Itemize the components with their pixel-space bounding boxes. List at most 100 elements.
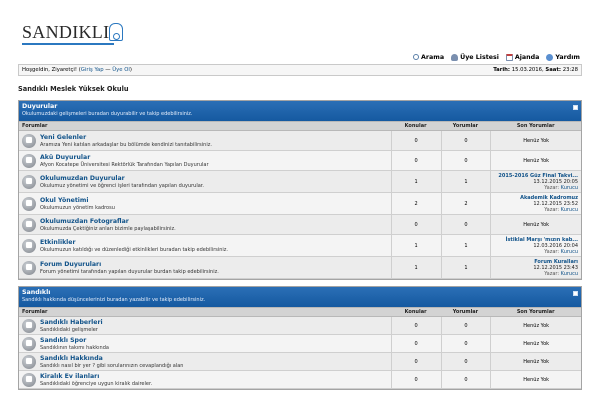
- date-value: 15.03.2016,: [511, 67, 544, 73]
- forum-status-icon: [22, 174, 36, 189]
- welcome-bar: Hoşgeldin, Ziyaretçi! (Giriş Yap — Üye O…: [18, 64, 582, 76]
- post-count: 1: [440, 171, 491, 192]
- forum-row: Okul Yönetimi Okulumuzun yönetim kadrosu …: [19, 193, 581, 215]
- forum-description: Sandıklıdaki öğrenciye uygun kiralık dai…: [40, 380, 153, 387]
- forum-row: Akü Duyurular Afyon Kocatepe Üniversitesi…: [19, 151, 581, 171]
- topic-count: 1: [390, 235, 441, 256]
- users-icon: [451, 53, 459, 61]
- forum-link[interactable]: Akü Duyurular: [40, 154, 209, 162]
- collapse-icon[interactable]: [573, 291, 578, 296]
- last-post-cell: 2015-2016 Güz Final Takvi... 13.12.2015 …: [490, 171, 581, 192]
- author-link[interactable]: Kurucu: [561, 207, 578, 213]
- last-post-cell: İstiklal Marşı 'mızın kab... 12.03.2016 …: [490, 235, 581, 256]
- calendar-icon: [505, 53, 513, 61]
- nav-member-list-label: Üye Listesi: [460, 53, 499, 61]
- topic-count: 1: [390, 171, 441, 192]
- topic-count: 0: [390, 353, 441, 370]
- topic-count: 0: [390, 131, 441, 150]
- collapse-icon[interactable]: [573, 105, 578, 110]
- last-post-none: Henüz Yok: [490, 317, 581, 334]
- topic-count: 0: [390, 151, 441, 170]
- author-link[interactable]: Kurucu: [561, 185, 578, 191]
- register-link[interactable]: Üye Ol: [112, 67, 130, 73]
- search-icon: [413, 54, 420, 60]
- author-label: Yazar:: [544, 248, 560, 255]
- forum-description: Afyon Kocatepe Üniversitesi Rektörlük Ta…: [40, 161, 209, 168]
- logo-text: SANDIKLI: [22, 22, 110, 42]
- forum-status-icon: [22, 318, 36, 333]
- forum-link[interactable]: Kiralık Ev ilanları: [40, 373, 152, 381]
- forum-row: Sandıklı Haberleri Sandıklıdaki gelişmele…: [19, 317, 581, 335]
- author-label: Yazar:: [544, 184, 560, 191]
- forum-row: Okulumuzdan Duyurular Okulumuz yönetimi v…: [19, 171, 581, 193]
- nav-calendar-label: Ajanda: [514, 53, 540, 61]
- post-count: 0: [440, 151, 491, 170]
- category-description: Sandıklı hakkında düşüncelerinizi burada…: [22, 297, 206, 303]
- topic-count: 1: [390, 257, 441, 278]
- col-last-post: Son Yorumlar: [516, 309, 555, 315]
- last-post-author: Yazar: Kurucu: [544, 185, 578, 191]
- time-label: Saat:: [545, 67, 562, 73]
- link-separator: —: [103, 67, 113, 73]
- column-headers: Forumlar Konular Yorumlar Son Yorumlar: [19, 307, 581, 317]
- forum-description: Okulumuzun yönetim kadrosu: [40, 204, 115, 211]
- topic-count: 0: [390, 371, 441, 388]
- category-sandikli: Sandıklı Sandıklı hakkında düşüncelerini…: [18, 286, 582, 390]
- post-count: 0: [440, 371, 491, 388]
- welcome-block: Hoşgeldin, Ziyaretçi! (Giriş Yap — Üye O…: [22, 67, 132, 73]
- logo-emblem-icon: [109, 23, 123, 41]
- post-count: 1: [440, 235, 491, 256]
- forum-status-icon: [22, 260, 36, 275]
- category-description: Okulumuzdaki gelişmeleri buradan duyurab…: [22, 111, 193, 117]
- forum-description: Forum yönetimi tarafından yapılan duyuru…: [40, 268, 219, 275]
- nav-search[interactable]: Arama: [413, 54, 444, 61]
- category-title[interactable]: Sandıklı: [22, 289, 578, 297]
- login-link[interactable]: Giriş Yap: [81, 67, 104, 73]
- forum-link[interactable]: Okulumuzdan Fotograflar: [40, 218, 176, 226]
- forum-status-icon: [22, 336, 36, 351]
- forum-row: Forum Duyuruları Forum yönetimi tarafında…: [19, 257, 581, 279]
- forum-row: Okulumuzdan Fotograflar Okulumuzda Çektiğ…: [19, 215, 581, 235]
- last-post-none: Henüz Yok: [490, 131, 581, 150]
- post-count: 0: [440, 131, 491, 150]
- forum-link[interactable]: Okulumuzdan Duyurular: [40, 175, 204, 183]
- forum-link[interactable]: Sandıklı Haberleri: [40, 319, 103, 327]
- paren-close: ): [129, 67, 132, 73]
- site-logo[interactable]: SANDIKLI: [22, 22, 126, 46]
- nav-member-list[interactable]: Üye Listesi: [451, 53, 499, 61]
- welcome-text: Hoşgeldin, Ziyaretçi!: [22, 67, 78, 73]
- forum-link[interactable]: Yeni Gelenler: [40, 134, 212, 142]
- forum-description: Okulumuz yönetimi ve öğrenci işleri tara…: [40, 182, 204, 189]
- last-post-none: Henüz Yok: [490, 371, 581, 388]
- forum-link[interactable]: Sandıklı Spor: [40, 337, 109, 345]
- forum-link[interactable]: Etkinlikler: [40, 239, 228, 247]
- post-count: 0: [440, 317, 491, 334]
- col-posts: Yorumlar: [452, 309, 479, 315]
- col-forum: Forumlar: [22, 309, 48, 315]
- col-last-post: Son Yorumlar: [516, 123, 555, 129]
- last-post-none: Henüz Yok: [490, 151, 581, 170]
- forum-link[interactable]: Okul Yönetimi: [40, 197, 115, 205]
- nav-help[interactable]: Yardım: [546, 53, 580, 61]
- post-count: 2: [440, 193, 491, 214]
- last-post-author: Yazar: Kurucu: [544, 271, 578, 277]
- forum-list: Yeni Gelenler Aramıza Yeni katılan arkada…: [19, 131, 581, 279]
- col-forum: Forumlar: [22, 123, 48, 129]
- forum-link[interactable]: Sandıklı Hakkında: [40, 355, 183, 363]
- last-post-none: Henüz Yok: [490, 215, 581, 234]
- nav-search-label: Arama: [421, 53, 445, 61]
- last-post-cell: Akademik Kadromuz 12.12.2015 23:52 Yazar…: [490, 193, 581, 214]
- category-title[interactable]: Duyurular: [22, 103, 578, 111]
- column-headers: Forumlar Konular Yorumlar Son Yorumlar: [19, 121, 581, 131]
- forum-link[interactable]: Forum Duyuruları: [40, 261, 219, 269]
- nav-calendar[interactable]: Ajanda: [505, 53, 540, 61]
- forum-description: Sandıklı nasıl bir yer ? gibi sorularını…: [40, 362, 184, 369]
- author-link[interactable]: Kurucu: [561, 271, 578, 277]
- forum-row: Yeni Gelenler Aramıza Yeni katılan arkada…: [19, 131, 581, 151]
- last-post-none: Henüz Yok: [490, 353, 581, 370]
- page-title: Sandıklı Meslek Yüksek Okulu: [18, 85, 129, 93]
- topic-count: 0: [390, 317, 441, 334]
- forum-description: Okulumuzun katıldığı ve düzenlediği etki…: [40, 246, 229, 253]
- author-link[interactable]: Kurucu: [561, 249, 578, 255]
- last-post-cell: Forum Kuralları 12.12.2015 23:43 Yazar: …: [490, 257, 581, 278]
